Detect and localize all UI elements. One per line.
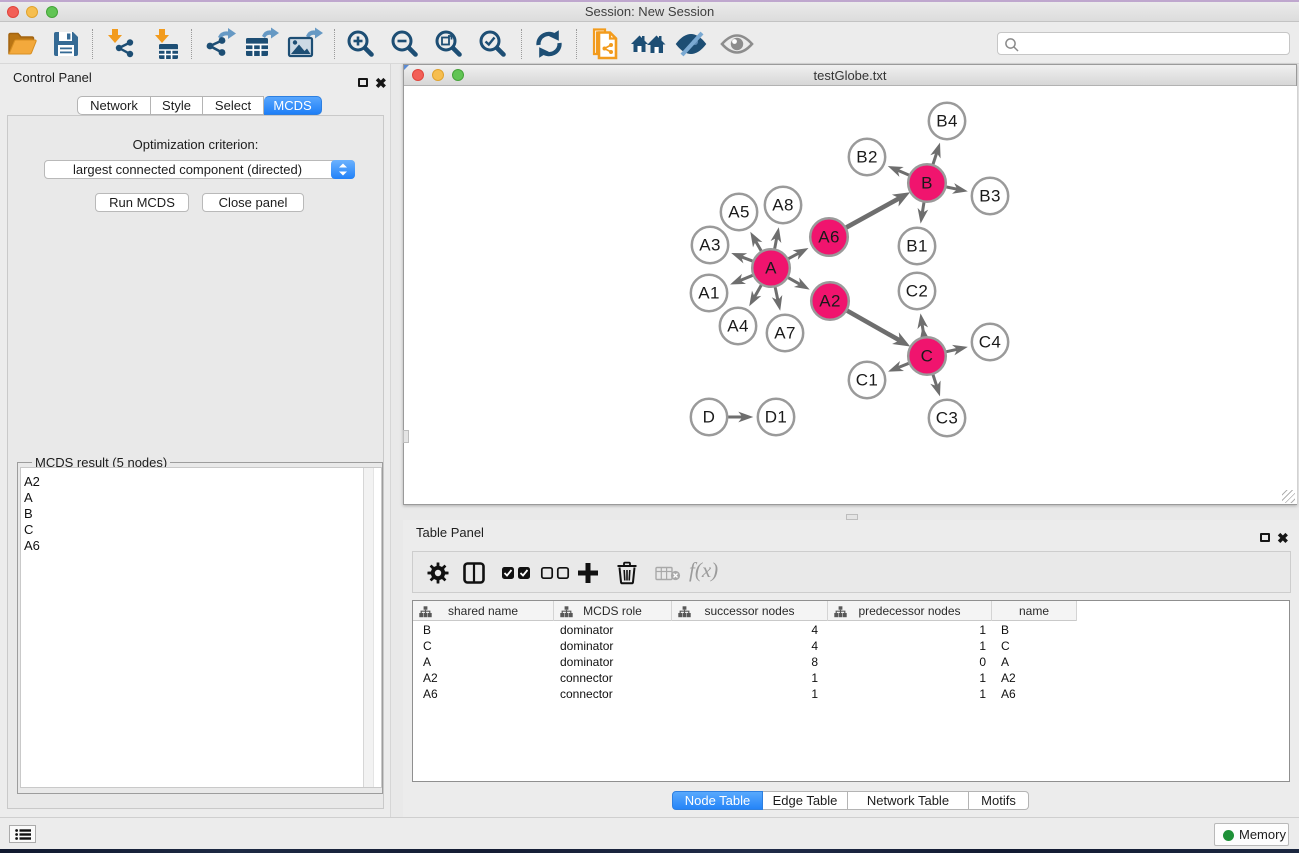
svg-text:A3: A3: [699, 236, 721, 255]
svg-text:A1: A1: [698, 284, 720, 303]
svg-text:B4: B4: [936, 112, 958, 131]
svg-text:B1: B1: [906, 237, 928, 256]
svg-text:B2: B2: [856, 148, 878, 167]
svg-text:A7: A7: [774, 324, 796, 343]
svg-text:C1: C1: [856, 371, 879, 390]
svg-text:C: C: [921, 347, 934, 366]
svg-text:C4: C4: [979, 333, 1002, 352]
svg-text:D: D: [703, 408, 716, 427]
svg-text:A2: A2: [819, 292, 841, 311]
svg-text:B: B: [921, 174, 933, 193]
svg-text:B3: B3: [979, 187, 1001, 206]
svg-text:A4: A4: [727, 317, 749, 336]
svg-text:C3: C3: [936, 409, 959, 428]
svg-text:A5: A5: [728, 203, 750, 222]
svg-text:A8: A8: [772, 196, 794, 215]
svg-text:A: A: [765, 259, 777, 278]
svg-text:D1: D1: [765, 408, 788, 427]
svg-text:A6: A6: [818, 228, 840, 247]
svg-text:C2: C2: [906, 282, 929, 301]
